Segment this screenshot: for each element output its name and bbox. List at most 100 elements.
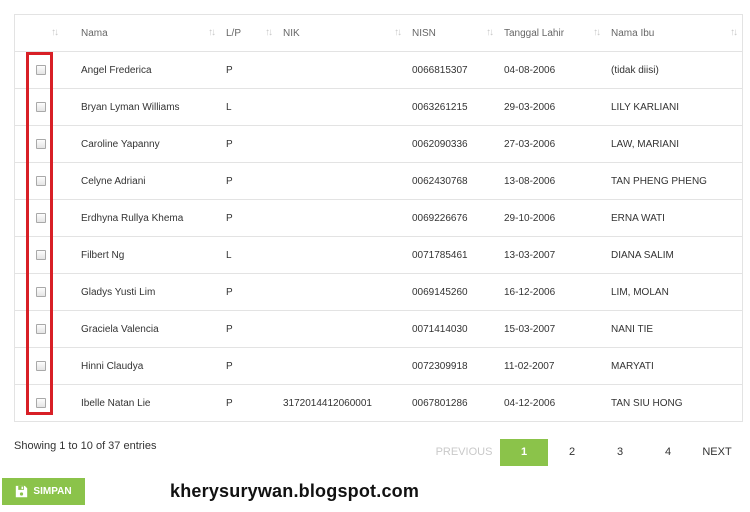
header-tanggal-lahir[interactable]: Tanggal Lahir ↑↓ bbox=[498, 15, 605, 52]
row-checkbox[interactable] bbox=[36, 250, 46, 260]
table-row: Caroline Yapanny P 0062090336 27-03-2006 LAW… bbox=[15, 125, 742, 163]
cell-nik bbox=[277, 162, 406, 200]
cell-nisn: 0066815307 bbox=[406, 51, 498, 89]
cell-lp: L bbox=[220, 236, 277, 274]
cell-nama: Filbert Ng bbox=[75, 236, 220, 274]
row-checkbox[interactable] bbox=[36, 324, 46, 334]
sort-icon: ↑↓ bbox=[730, 27, 738, 38]
sort-icon: ↑↓ bbox=[394, 27, 402, 38]
cell-lp: P bbox=[220, 273, 277, 311]
header-nik[interactable]: NIK ↑↓ bbox=[277, 15, 406, 52]
cell-select bbox=[15, 273, 75, 311]
cell-tanggal-lahir: 11-02-2007 bbox=[498, 347, 605, 385]
cell-nama-ibu: LAW, MARIANI bbox=[605, 125, 742, 163]
cell-nama: Graciela Valencia bbox=[75, 310, 220, 348]
cell-lp: P bbox=[220, 199, 277, 237]
row-checkbox[interactable] bbox=[36, 102, 46, 112]
cell-tanggal-lahir: 29-10-2006 bbox=[498, 199, 605, 237]
cell-nisn: 0063261215 bbox=[406, 88, 498, 126]
cell-nama-ibu: NANI TIE bbox=[605, 310, 742, 348]
save-button[interactable]: SIMPAN bbox=[2, 478, 85, 505]
table-row: Bryan Lyman Williams L 0063261215 29-03-200… bbox=[15, 88, 742, 126]
table-row: Hinni Claudya P 0072309918 11-02-2007 MARYAT… bbox=[15, 347, 742, 385]
table-row: Filbert Ng L 0071785461 13-03-2007 DIANA SAL… bbox=[15, 236, 742, 274]
row-checkbox[interactable] bbox=[36, 139, 46, 149]
cell-nama: Hinni Claudya bbox=[75, 347, 220, 385]
cell-nama-ibu: DIANA SALIM bbox=[605, 236, 742, 274]
cell-lp: P bbox=[220, 384, 277, 422]
cell-nama: Bryan Lyman Williams bbox=[75, 88, 220, 126]
cell-nisn: 0069226676 bbox=[406, 199, 498, 237]
cell-nik bbox=[277, 347, 406, 385]
sort-icon: ↑↓ bbox=[486, 27, 494, 38]
cell-nik bbox=[277, 236, 406, 274]
cell-tanggal-lahir: 04-12-2006 bbox=[498, 384, 605, 422]
cell-tanggal-lahir: 04-08-2006 bbox=[498, 51, 605, 89]
pagination-next[interactable]: NEXT bbox=[695, 439, 739, 466]
cell-nama: Angel Frederica bbox=[75, 51, 220, 89]
table-row: Angel Frederica P 0066815307 04-08-2006 (tid… bbox=[15, 51, 742, 89]
table-header-row: ↑↓ Nama ↑↓ L/P ↑↓ NIK ↑↓ NISN ↑↓ Tanggal Lah… bbox=[15, 15, 742, 52]
watermark-text: kherysurywan.blogspot.com bbox=[170, 481, 420, 501]
row-checkbox[interactable] bbox=[36, 65, 46, 75]
table-row: Erdhyna Rullya Khema P 0069226676 29-10-200… bbox=[15, 199, 742, 237]
cell-select bbox=[15, 162, 75, 200]
cell-select bbox=[15, 384, 75, 422]
sort-icon: ↑↓ bbox=[265, 27, 273, 38]
cell-nama-ibu: LILY KARLIANI bbox=[605, 88, 742, 126]
header-select[interactable]: ↑↓ bbox=[15, 15, 75, 52]
cell-nisn: 0069145260 bbox=[406, 273, 498, 311]
cell-tanggal-lahir: 27-03-2006 bbox=[498, 125, 605, 163]
cell-nama: Celyne Adriani bbox=[75, 162, 220, 200]
cell-select bbox=[15, 310, 75, 348]
table-row: Graciela Valencia P 0071414030 15-03-2007 NA… bbox=[15, 310, 742, 348]
cell-nisn: 0062090336 bbox=[406, 125, 498, 163]
row-checkbox[interactable] bbox=[36, 287, 46, 297]
cell-nik bbox=[277, 273, 406, 311]
pagination-previous[interactable]: PREVIOUS bbox=[425, 439, 503, 466]
header-nama-ibu[interactable]: Nama Ibu ↑↓ bbox=[605, 15, 742, 52]
cell-nama: Erdhyna Rullya Khema bbox=[75, 199, 220, 237]
cell-tanggal-lahir: 15-03-2007 bbox=[498, 310, 605, 348]
cell-lp: P bbox=[220, 51, 277, 89]
cell-nama-ibu: (tidak diisi) bbox=[605, 51, 742, 89]
sort-icon: ↑↓ bbox=[51, 27, 59, 38]
row-checkbox[interactable] bbox=[36, 398, 46, 408]
table-row: Celyne Adriani P 0062430768 13-08-2006 TAN P… bbox=[15, 162, 742, 200]
cell-lp: P bbox=[220, 162, 277, 200]
students-table: ↑↓ Nama ↑↓ L/P ↑↓ NIK ↑↓ NISN ↑↓ Tanggal Lah… bbox=[15, 15, 742, 422]
header-nisn[interactable]: NISN ↑↓ bbox=[406, 15, 498, 52]
cell-tanggal-lahir: 29-03-2006 bbox=[498, 88, 605, 126]
cell-lp: L bbox=[220, 88, 277, 126]
pagination-page-2[interactable]: 2 bbox=[548, 439, 596, 466]
cell-tanggal-lahir: 16-12-2006 bbox=[498, 273, 605, 311]
pagination-page-4[interactable]: 4 bbox=[644, 439, 692, 466]
row-checkbox[interactable] bbox=[36, 213, 46, 223]
pagination-page-3[interactable]: 3 bbox=[596, 439, 644, 466]
cell-nik bbox=[277, 51, 406, 89]
cell-select bbox=[15, 88, 75, 126]
cell-tanggal-lahir: 13-03-2007 bbox=[498, 236, 605, 274]
cell-nama: Caroline Yapanny bbox=[75, 125, 220, 163]
cell-nama: Ibelle Natan Lie bbox=[75, 384, 220, 422]
sort-icon: ↑↓ bbox=[593, 27, 601, 38]
cell-select bbox=[15, 51, 75, 89]
cell-nama: Gladys Yusti Lim bbox=[75, 273, 220, 311]
cell-lp: P bbox=[220, 310, 277, 348]
cell-nama-ibu: TAN PHENG PHENG bbox=[605, 162, 742, 200]
entries-info: Showing 1 to 10 of 37 entries bbox=[14, 440, 157, 452]
cell-nama-ibu: LIM, MOLAN bbox=[605, 273, 742, 311]
row-checkbox[interactable] bbox=[36, 176, 46, 186]
header-nama[interactable]: Nama ↑↓ bbox=[75, 15, 220, 52]
cell-nama-ibu: MARYATI bbox=[605, 347, 742, 385]
header-lp[interactable]: L/P ↑↓ bbox=[220, 15, 277, 52]
cell-select bbox=[15, 347, 75, 385]
pagination-page-1[interactable]: 1 bbox=[500, 439, 548, 466]
cell-select bbox=[15, 236, 75, 274]
cell-nisn: 0062430768 bbox=[406, 162, 498, 200]
cell-nik bbox=[277, 310, 406, 348]
cell-nisn: 0072309918 bbox=[406, 347, 498, 385]
row-checkbox[interactable] bbox=[36, 361, 46, 371]
students-table-container: ↑↓ Nama ↑↓ L/P ↑↓ NIK ↑↓ NISN ↑↓ Tanggal Lah… bbox=[14, 14, 743, 422]
cell-select bbox=[15, 125, 75, 163]
